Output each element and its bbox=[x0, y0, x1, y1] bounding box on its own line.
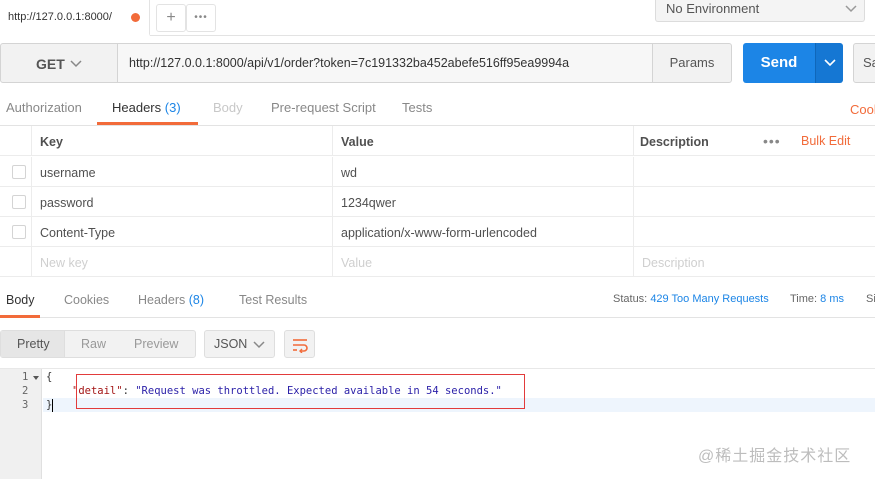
tab-headers-count: (3) bbox=[164, 100, 181, 115]
new-tab-button[interactable]: + bbox=[156, 4, 186, 32]
format-select[interactable]: JSON bbox=[204, 330, 275, 358]
code-line-open: { bbox=[46, 371, 53, 383]
status-label: Status: bbox=[613, 293, 648, 305]
tab-response-cookies[interactable]: Cookies bbox=[64, 293, 109, 307]
tab-prerequest-script[interactable]: Pre-request Script bbox=[271, 100, 376, 115]
tab-test-results[interactable]: Test Results bbox=[239, 293, 307, 307]
response-status: Status: 429 Too Many Requests bbox=[613, 293, 769, 305]
row-checkbox[interactable] bbox=[12, 165, 26, 179]
chevron-down-icon bbox=[845, 5, 857, 13]
wrap-lines-button[interactable] bbox=[284, 330, 315, 358]
column-header-description: Description bbox=[640, 135, 709, 149]
key-cell[interactable]: password bbox=[32, 187, 333, 217]
params-button[interactable]: Params bbox=[652, 43, 732, 83]
active-tab-indicator bbox=[97, 122, 198, 125]
environment-select[interactable]: No Environment bbox=[655, 0, 865, 22]
preview-button[interactable]: Preview bbox=[134, 337, 178, 351]
value-cell[interactable]: wd bbox=[333, 157, 634, 187]
save-button[interactable]: Save bbox=[853, 43, 875, 83]
new-key-input[interactable]: New key bbox=[32, 247, 333, 277]
raw-button[interactable]: Raw bbox=[81, 337, 106, 351]
line-number-gutter: 1 2 3 bbox=[0, 369, 42, 479]
description-cell[interactable] bbox=[634, 187, 875, 217]
line-number: 2 bbox=[22, 385, 29, 397]
header-value: application/x-www-form-urlencoded bbox=[341, 226, 537, 240]
new-description-input[interactable]: Description bbox=[634, 247, 875, 277]
header-key: password bbox=[40, 196, 94, 210]
pretty-button[interactable]: Pretty bbox=[17, 337, 50, 351]
tab-response-body[interactable]: Body bbox=[6, 293, 35, 307]
chevron-down-icon bbox=[70, 60, 82, 68]
format-label: JSON bbox=[214, 337, 248, 351]
view-mode-group: Pretty Raw Preview bbox=[0, 330, 196, 358]
line-number: 1 bbox=[22, 371, 29, 383]
header-value: 1234qwer bbox=[341, 196, 396, 210]
tab-bar: http://127.0.0.1:8000/ + ••• No Environm… bbox=[0, 0, 875, 36]
table-row: username wd bbox=[0, 157, 875, 187]
new-description-placeholder: Description bbox=[642, 256, 705, 270]
tab-headers[interactable]: Headers (3) bbox=[112, 100, 181, 115]
text-cursor bbox=[52, 399, 53, 412]
cookies-link[interactable]: Cookies bbox=[850, 102, 875, 117]
tab-response-headers-count: (8) bbox=[188, 293, 205, 307]
description-cell[interactable] bbox=[634, 217, 875, 247]
key-cell[interactable]: Content-Type bbox=[32, 217, 333, 247]
response-time: Time: 8 ms bbox=[790, 293, 844, 305]
send-button[interactable]: Send bbox=[743, 43, 815, 83]
tab-body[interactable]: Body bbox=[213, 100, 243, 115]
table-row: password 1234qwer bbox=[0, 187, 875, 217]
status-value: 429 Too Many Requests bbox=[650, 293, 769, 305]
new-value-placeholder: Value bbox=[341, 256, 373, 270]
method-select[interactable]: GET bbox=[0, 43, 118, 83]
header-key: Content-Type bbox=[40, 226, 116, 240]
size-label: Size bbox=[866, 293, 875, 305]
description-cell[interactable] bbox=[634, 157, 875, 187]
new-value-input[interactable]: Value bbox=[333, 247, 634, 277]
chevron-down-icon bbox=[824, 59, 836, 67]
table-row: Content-Type application/x-www-form-urle… bbox=[0, 217, 875, 247]
send-options-button[interactable] bbox=[815, 43, 843, 83]
fold-arrow-icon[interactable] bbox=[32, 374, 40, 382]
value-cell[interactable]: application/x-www-form-urlencoded bbox=[333, 217, 634, 247]
row-checkbox[interactable] bbox=[12, 225, 26, 239]
tab-response-headers[interactable]: Headers (8) bbox=[138, 293, 204, 307]
chevron-down-icon bbox=[253, 341, 265, 349]
wrap-lines-icon bbox=[293, 339, 308, 353]
url-text: http://127.0.0.1:8000/api/v1/order?token… bbox=[129, 56, 570, 70]
line-number: 3 bbox=[22, 399, 29, 411]
key-cell[interactable]: username bbox=[32, 157, 333, 187]
column-header-key: Key bbox=[40, 135, 63, 149]
response-tabs: Body Cookies Headers (8) Test Results St… bbox=[0, 282, 875, 318]
url-input[interactable]: http://127.0.0.1:8000/api/v1/order?token… bbox=[117, 43, 653, 83]
watermark: @稀土掘金技术社区 bbox=[698, 448, 852, 465]
tab-authorization[interactable]: Authorization bbox=[6, 100, 82, 115]
header-value: wd bbox=[341, 166, 357, 180]
more-options-icon[interactable]: ••• bbox=[763, 133, 781, 149]
tab-headers-label: Headers bbox=[112, 100, 162, 115]
header-key: username bbox=[40, 166, 96, 180]
annotation-highlight-box bbox=[76, 374, 525, 409]
value-cell[interactable]: 1234qwer bbox=[333, 187, 634, 217]
method-label: GET bbox=[36, 56, 65, 72]
new-key-placeholder: New key bbox=[40, 256, 88, 270]
tab-tests[interactable]: Tests bbox=[402, 100, 432, 115]
time-label: Time: bbox=[790, 293, 818, 305]
request-tab-title: http://127.0.0.1:8000/ bbox=[8, 11, 112, 23]
active-tab-indicator bbox=[0, 315, 40, 318]
new-header-row: New key Value Description bbox=[0, 247, 875, 277]
table-header-row: Key Value Description ••• Bulk Edit bbox=[0, 126, 875, 156]
time-value: 8 ms bbox=[820, 293, 844, 305]
environment-label: No Environment bbox=[666, 1, 760, 16]
column-header-value: Value bbox=[341, 135, 374, 149]
request-tabs: Authorization Headers (3) Body Pre-reque… bbox=[0, 92, 875, 126]
request-tab[interactable]: http://127.0.0.1:8000/ bbox=[0, 0, 150, 36]
tab-response-headers-label: Headers bbox=[138, 293, 186, 307]
unsaved-dot-icon bbox=[131, 13, 140, 22]
tab-more-button[interactable]: ••• bbox=[186, 4, 216, 32]
row-checkbox[interactable] bbox=[12, 195, 26, 209]
bulk-edit-link[interactable]: Bulk Edit bbox=[801, 134, 850, 148]
